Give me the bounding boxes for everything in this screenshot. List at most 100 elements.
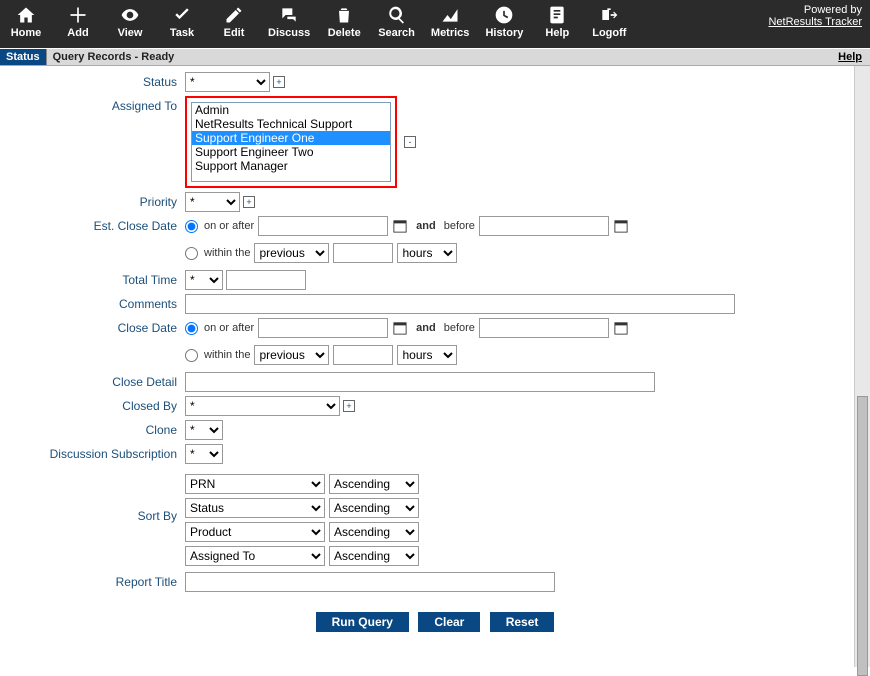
vertical-scrollbar[interactable] bbox=[854, 66, 870, 667]
report-title-input[interactable] bbox=[185, 572, 555, 592]
clear-button[interactable]: Clear bbox=[418, 612, 480, 632]
total-time-op-select[interactable]: * bbox=[185, 270, 223, 290]
expand-status-icon[interactable]: + bbox=[273, 76, 285, 88]
status-select[interactable]: * bbox=[185, 72, 270, 92]
collapse-assigned-icon[interactable]: - bbox=[404, 136, 416, 148]
home-icon bbox=[16, 4, 36, 26]
ecd-within-value-input[interactable] bbox=[333, 243, 393, 263]
comments-input[interactable] bbox=[185, 294, 735, 314]
label-status: Status bbox=[10, 72, 185, 89]
ecd-unit-select[interactable]: hours bbox=[397, 243, 457, 263]
expand-closed-by-icon[interactable]: + bbox=[343, 400, 355, 412]
priority-select[interactable]: * bbox=[185, 192, 240, 212]
tool-label: View bbox=[118, 27, 143, 39]
sort-order-select[interactable]: Ascending bbox=[329, 546, 419, 566]
calendar-icon[interactable] bbox=[613, 218, 629, 234]
powered-link[interactable]: NetResults Tracker bbox=[768, 16, 862, 28]
expand-priority-icon[interactable]: + bbox=[243, 196, 255, 208]
powered-by: Powered by NetResults Tracker bbox=[768, 4, 862, 28]
status-text: Query Records - Ready bbox=[47, 49, 181, 65]
sort-field-select[interactable]: Assigned To bbox=[185, 546, 325, 566]
tool-label: History bbox=[485, 27, 523, 39]
ecd-prev-select[interactable]: previous bbox=[254, 243, 329, 263]
delete-button[interactable]: Delete bbox=[326, 4, 362, 39]
discussion-sub-select[interactable]: * bbox=[185, 444, 223, 464]
tool-label: Home bbox=[11, 27, 42, 39]
ecd-end-input[interactable] bbox=[479, 216, 609, 236]
label-assigned-to: Assigned To bbox=[10, 96, 185, 113]
before-label: before bbox=[444, 220, 475, 232]
home-button[interactable]: Home bbox=[8, 4, 44, 39]
label-report-title: Report Title bbox=[10, 572, 185, 589]
scroll-thumb[interactable] bbox=[857, 396, 868, 676]
sort-field-select[interactable]: Product bbox=[185, 522, 325, 542]
cd-within-value-input[interactable] bbox=[333, 345, 393, 365]
logoff-icon bbox=[599, 4, 619, 26]
search-button[interactable]: Search bbox=[378, 4, 415, 39]
ecd-start-input[interactable] bbox=[258, 216, 388, 236]
assigned-option[interactable]: Support Manager bbox=[192, 159, 390, 173]
history-button[interactable]: History bbox=[485, 4, 523, 39]
task-icon bbox=[172, 4, 192, 26]
closed-by-select[interactable]: * bbox=[185, 396, 340, 416]
status-tab[interactable]: Status bbox=[0, 49, 47, 65]
label-discussion-sub: Discussion Subscription bbox=[10, 444, 185, 461]
history-icon bbox=[494, 4, 514, 26]
label-clone: Clone bbox=[10, 420, 185, 437]
discuss-button[interactable]: Discuss bbox=[268, 4, 310, 39]
action-buttons: Run Query Clear Reset bbox=[10, 612, 860, 632]
assigned-option[interactable]: NetResults Technical Support bbox=[192, 117, 390, 131]
metrics-button[interactable]: Metrics bbox=[431, 4, 470, 39]
cd-within-radio[interactable] bbox=[185, 349, 198, 362]
calendar-icon[interactable] bbox=[392, 320, 408, 336]
edit-icon bbox=[224, 4, 244, 26]
assigned-option[interactable]: Support Engineer One bbox=[192, 131, 390, 145]
sort-field-select[interactable]: PRN bbox=[185, 474, 325, 494]
tool-label: Search bbox=[378, 27, 415, 39]
close-detail-input[interactable] bbox=[185, 372, 655, 392]
view-icon bbox=[120, 4, 140, 26]
sort-order-select[interactable]: Ascending bbox=[329, 498, 419, 518]
sort-order-select[interactable]: Ascending bbox=[329, 522, 419, 542]
view-button[interactable]: View bbox=[112, 4, 148, 39]
search-icon bbox=[387, 4, 407, 26]
edit-button[interactable]: Edit bbox=[216, 4, 252, 39]
powered-text: Powered by bbox=[804, 4, 862, 16]
assigned-to-highlight: AdminNetResults Technical SupportSupport… bbox=[185, 96, 397, 188]
cd-prev-select[interactable]: previous bbox=[254, 345, 329, 365]
run-query-button[interactable]: Run Query bbox=[316, 612, 409, 632]
task-button[interactable]: Task bbox=[164, 4, 200, 39]
assigned-to-listbox[interactable]: AdminNetResults Technical SupportSupport… bbox=[191, 102, 391, 182]
total-time-input[interactable] bbox=[226, 270, 306, 290]
help-button[interactable]: Help bbox=[539, 4, 575, 39]
tool-label: Logoff bbox=[592, 27, 626, 39]
calendar-icon[interactable] bbox=[392, 218, 408, 234]
help-link[interactable]: Help bbox=[830, 49, 870, 65]
cd-end-input[interactable] bbox=[479, 318, 609, 338]
sort-order-select[interactable]: Ascending bbox=[329, 474, 419, 494]
label-comments: Comments bbox=[10, 294, 185, 311]
top-toolbar: Home Add View Task Edit Discuss Delete Search Me… bbox=[0, 0, 870, 48]
tool-label: Add bbox=[67, 27, 88, 39]
ecd-within-radio[interactable] bbox=[185, 247, 198, 260]
logoff-button[interactable]: Logoff bbox=[591, 4, 627, 39]
query-form: Status * + Assigned To AdminNetResults T… bbox=[0, 66, 870, 652]
calendar-icon[interactable] bbox=[613, 320, 629, 336]
assigned-option[interactable]: Admin bbox=[192, 103, 390, 117]
within-label: within the bbox=[204, 247, 250, 259]
within-label: within the bbox=[204, 349, 250, 361]
cd-on-after-radio[interactable] bbox=[185, 322, 198, 335]
tool-label: Delete bbox=[328, 27, 361, 39]
cd-unit-select[interactable]: hours bbox=[397, 345, 457, 365]
assigned-option[interactable]: Support Engineer Two bbox=[192, 145, 390, 159]
sort-field-select[interactable]: Status bbox=[185, 498, 325, 518]
tool-label: Help bbox=[545, 27, 569, 39]
ecd-on-after-radio[interactable] bbox=[185, 220, 198, 233]
add-button[interactable]: Add bbox=[60, 4, 96, 39]
cd-start-input[interactable] bbox=[258, 318, 388, 338]
metrics-icon bbox=[440, 4, 460, 26]
and-label: and bbox=[412, 322, 440, 334]
discuss-icon bbox=[279, 4, 299, 26]
clone-select[interactable]: * bbox=[185, 420, 223, 440]
reset-button[interactable]: Reset bbox=[490, 612, 555, 632]
